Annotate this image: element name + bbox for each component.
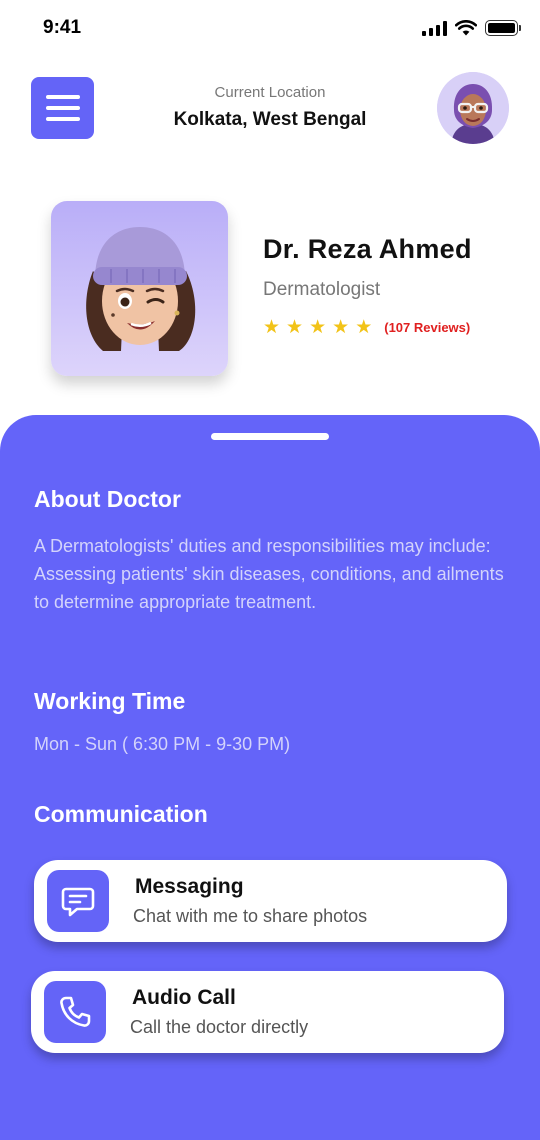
star-icon: ★ (332, 317, 350, 338)
doctor-photo (51, 201, 228, 376)
audio-call-option[interactable]: Audio Call Call the doctor directly (31, 971, 504, 1053)
working-time-title: Working Time (34, 688, 186, 714)
reviews-link[interactable]: (107 Reviews) (384, 320, 470, 335)
audio-call-subtitle: Call the doctor directly (130, 1017, 309, 1037)
messaging-subtitle: Chat with me to share photos (133, 906, 368, 926)
communication-title: Communication (34, 801, 208, 827)
star-icon: ★ (263, 317, 281, 338)
chat-bubble-icon (47, 870, 109, 932)
user-avatar[interactable] (437, 72, 509, 144)
phone-icon (44, 981, 106, 1043)
battery-fill (488, 23, 515, 33)
audio-call-title: Audio Call (132, 986, 236, 1009)
doctor-avatar-icon (86, 227, 196, 351)
status-icons (422, 20, 521, 36)
star-icon: ★ (309, 317, 327, 338)
status-time: 9:41 (43, 17, 82, 38)
doctor-rating: ★ ★ ★ ★ ★ (107 Reviews) (263, 318, 470, 337)
messaging-option[interactable]: Messaging Chat with me to share photos (34, 860, 507, 942)
star-icon: ★ (286, 317, 304, 338)
rating-stars: ★ ★ ★ ★ ★ (263, 318, 372, 337)
battery-icon (485, 20, 521, 36)
messaging-title: Messaging (135, 875, 244, 898)
drag-handle[interactable] (211, 433, 329, 440)
cellular-signal-icon (422, 20, 447, 36)
doctor-details-panel: About Doctor A Dermatologists' duties an… (0, 415, 540, 1140)
wifi-icon (455, 20, 477, 36)
doctor-name: Dr. Reza Ahmed (263, 234, 472, 264)
user-avatar-icon (437, 72, 509, 144)
working-time-text: Mon - Sun ( 6:30 PM - 9-30 PM) (34, 734, 291, 754)
doctor-specialty: Dermatologist (263, 279, 381, 300)
star-icon: ★ (355, 317, 373, 338)
about-text: A Dermatologists' duties and responsibil… (34, 536, 504, 612)
about-title: About Doctor (34, 486, 181, 512)
status-bar: 9:41 (0, 0, 540, 58)
